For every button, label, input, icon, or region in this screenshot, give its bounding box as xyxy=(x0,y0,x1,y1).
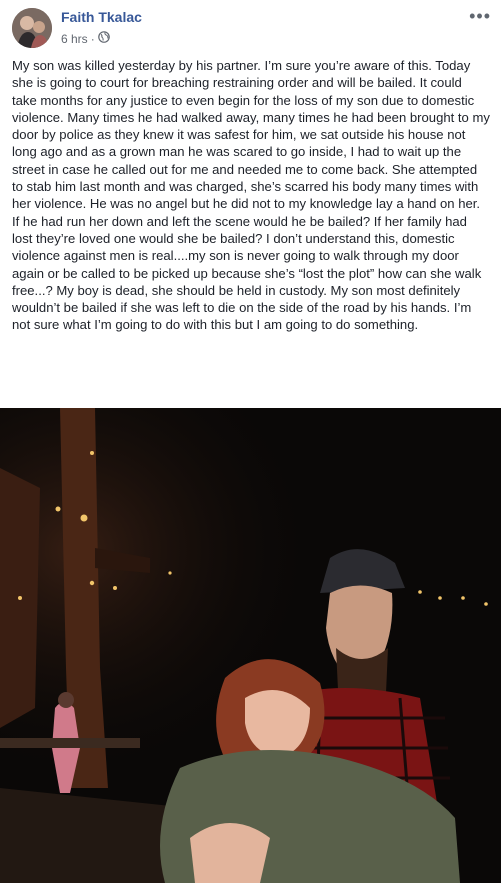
more-options-icon[interactable]: ••• xyxy=(469,6,491,27)
post-paragraph-1: My son was killed yesterday by his partn… xyxy=(12,58,490,212)
avatar-image xyxy=(12,8,52,48)
post-header: Faith Tkalac 6 hrs · ••• xyxy=(0,0,501,52)
post-text: My son was killed yesterday by his partn… xyxy=(12,57,490,334)
meta-separator: · xyxy=(90,31,95,46)
author-name[interactable]: Faith Tkalac xyxy=(61,9,142,25)
photo-image xyxy=(0,408,501,883)
globe-icon[interactable] xyxy=(97,31,110,46)
post-paragraph-2: If he had run her down and left the scen… xyxy=(12,213,482,333)
post-meta: 6 hrs · xyxy=(61,31,110,46)
facebook-post: Faith Tkalac 6 hrs · ••• My son was kill… xyxy=(0,0,501,883)
post-time[interactable]: 6 hrs xyxy=(61,32,88,46)
avatar[interactable] xyxy=(12,8,52,48)
post-photo[interactable] xyxy=(0,408,501,883)
